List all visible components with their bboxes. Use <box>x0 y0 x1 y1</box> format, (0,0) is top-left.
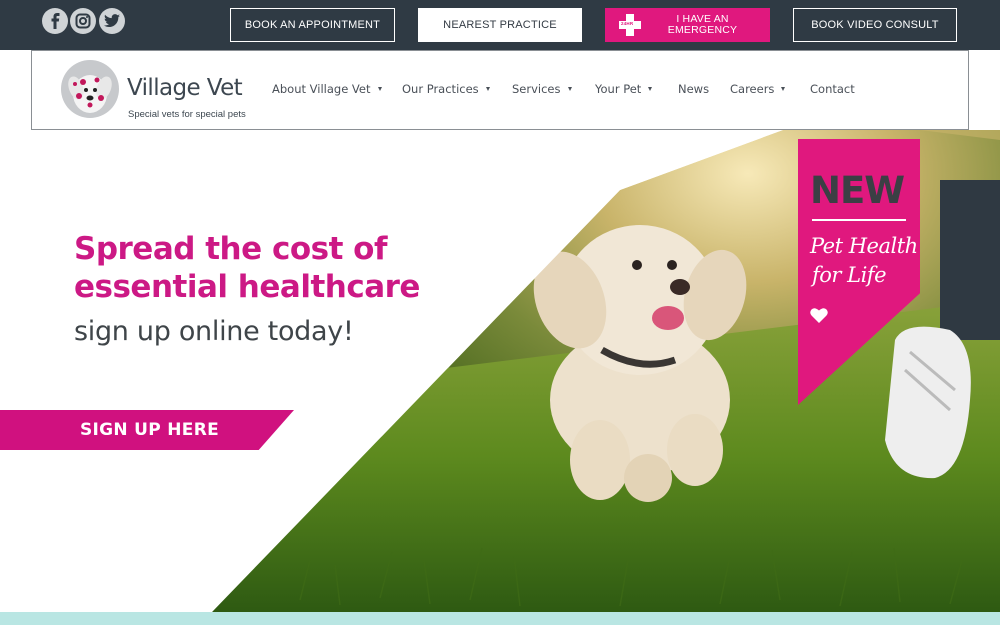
nav-item-your-pet[interactable]: Your Pet <box>595 82 653 96</box>
dalmatian-logo[interactable] <box>61 60 119 118</box>
caret-down-icon <box>567 86 572 91</box>
book-video-consult-button[interactable]: BOOK VIDEO CONSULT <box>793 8 957 42</box>
caret-down-icon <box>377 86 382 91</box>
nav-label: Contact <box>810 82 855 96</box>
hero-headline-line2: essential healthcare <box>74 269 420 305</box>
caret-down-icon <box>781 86 786 91</box>
emergency-label: I HAVE AN EMERGENCY <box>667 13 738 36</box>
hero-section: Spread the cost of essential healthcare … <box>0 130 1000 612</box>
sign-up-button[interactable]: SIGN UP HERE <box>0 410 294 450</box>
emergency-badge-text: 24HR <box>621 21 634 26</box>
main-nav-card: Village Vet Special vets for special pet… <box>31 50 969 130</box>
banner-script-line1: Pet Health <box>810 234 918 258</box>
nav-label: Careers <box>730 82 775 96</box>
instagram-icon[interactable] <box>70 8 96 34</box>
twitter-icon[interactable] <box>99 8 125 34</box>
hero-headline-line1: Spread the cost of <box>74 231 387 267</box>
brand-tagline: Special vets for special pets <box>128 109 246 120</box>
banner-divider <box>812 219 906 221</box>
caret-down-icon <box>648 86 653 91</box>
bottom-strip <box>0 612 1000 625</box>
nav-item-services[interactable]: Services <box>512 82 572 96</box>
emergency-button[interactable]: 24HR I HAVE AN EMERGENCY <box>605 8 770 42</box>
hero-subline: sign up online today! <box>74 316 354 347</box>
nav-label: Services <box>512 82 561 96</box>
book-appointment-button[interactable]: BOOK AN APPOINTMENT <box>230 8 395 42</box>
top-bar: BOOK AN APPOINTMENT NEAREST PRACTICE 24H… <box>0 0 1000 50</box>
nav-item-careers[interactable]: Careers <box>730 82 786 96</box>
nav-label: News <box>678 82 710 96</box>
nav-label: About Village Vet <box>272 82 371 96</box>
nearest-practice-button[interactable]: NEAREST PRACTICE <box>418 8 582 42</box>
nav-item-contact[interactable]: Contact <box>810 82 855 96</box>
nav-label: Your Pet <box>595 82 642 96</box>
heart-icon <box>810 308 828 323</box>
nav-item-news[interactable]: News <box>678 82 709 96</box>
facebook-icon[interactable] <box>42 8 68 34</box>
sign-up-label: SIGN UP HERE <box>80 420 219 440</box>
nav-label: Our Practices <box>402 82 479 96</box>
brand-name[interactable]: Village Vet <box>127 75 243 101</box>
banner-script-line2: for Life <box>812 263 887 287</box>
caret-down-icon <box>485 86 490 91</box>
nav-item-practices[interactable]: Our Practices <box>402 82 490 96</box>
nav-item-about[interactable]: About Village Vet <box>272 82 382 96</box>
banner-new-label: NEW <box>810 169 905 212</box>
